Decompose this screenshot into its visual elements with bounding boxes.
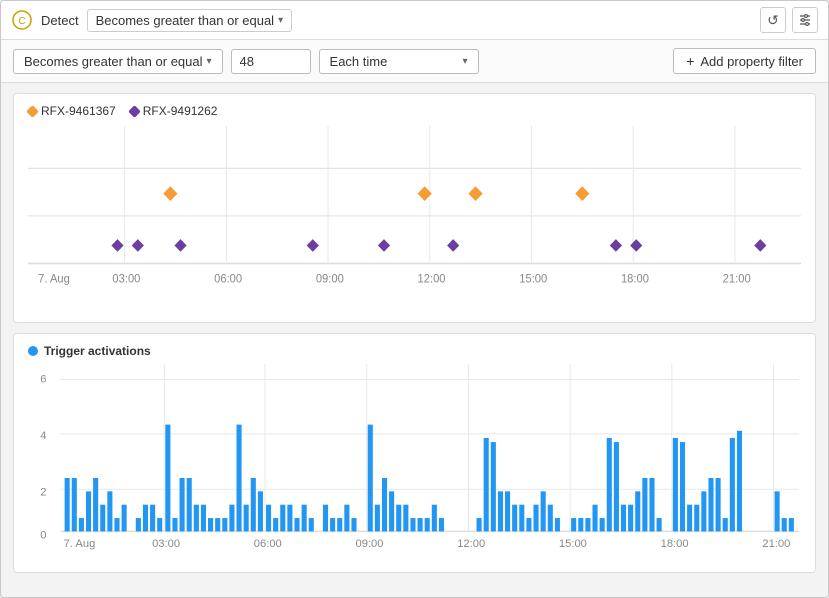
plus-icon: + <box>686 53 694 69</box>
bar-chart: 6 4 2 0 <box>28 364 801 554</box>
legend-item-1: RFX-9491262 <box>130 104 218 118</box>
svg-text:18:00: 18:00 <box>621 273 649 285</box>
svg-text:0: 0 <box>40 530 46 542</box>
main-content: RFX-9461367 RFX-9491262 <box>1 83 828 597</box>
svg-text:7. Aug: 7. Aug <box>38 273 70 285</box>
svg-text:15:00: 15:00 <box>559 538 587 550</box>
svg-text:06:00: 06:00 <box>254 538 282 550</box>
chevron-down-icon: ▾ <box>278 15 283 26</box>
svg-text:03:00: 03:00 <box>152 538 180 550</box>
chevron-down-icon: ▾ <box>463 56 468 67</box>
bar-legend-dot <box>28 346 38 356</box>
legend-label-1: RFX-9491262 <box>143 104 218 118</box>
add-filter-button[interactable]: + Add property filter <box>673 48 816 74</box>
condition-dropdown[interactable]: Becomes greater than or equal ▾ <box>87 9 293 32</box>
svg-text:09:00: 09:00 <box>356 538 384 550</box>
bar-chart-panel: Trigger activations 6 4 2 0 <box>13 333 816 573</box>
svg-text:12:00: 12:00 <box>418 273 446 285</box>
app-window: C Detect Becomes greater than or equal ▾… <box>0 0 829 598</box>
svg-text:7. Aug: 7. Aug <box>64 538 96 550</box>
scatter-legend: RFX-9461367 RFX-9491262 <box>28 104 801 118</box>
add-filter-label: Add property filter <box>700 54 803 69</box>
svg-text:21:00: 21:00 <box>723 273 751 285</box>
frequency-dropdown[interactable]: Each time ▾ <box>319 49 479 74</box>
topbar: C Detect Becomes greater than or equal ▾… <box>1 1 828 40</box>
svg-text:15:00: 15:00 <box>519 273 547 285</box>
filterbar: Becomes greater than or equal ▾ Each tim… <box>1 40 828 83</box>
svg-text:21:00: 21:00 <box>762 538 790 550</box>
condition-filter-label: Becomes greater than or equal <box>24 54 203 69</box>
frequency-label: Each time <box>330 54 388 69</box>
svg-text:03:00: 03:00 <box>112 273 140 285</box>
legend-dot-orange <box>26 105 39 118</box>
condition-dropdown-label: Becomes greater than or equal <box>96 13 275 28</box>
svg-text:18:00: 18:00 <box>661 538 689 550</box>
app-logo: C <box>11 9 33 31</box>
svg-text:4: 4 <box>40 430 46 442</box>
legend-item-0: RFX-9461367 <box>28 104 116 118</box>
svg-text:06:00: 06:00 <box>214 273 242 285</box>
svg-text:09:00: 09:00 <box>316 273 344 285</box>
refresh-button[interactable]: ↺ <box>760 7 786 33</box>
bar-legend: Trigger activations <box>28 344 801 358</box>
settings-button[interactable] <box>792 7 818 33</box>
topbar-actions: ↺ <box>760 7 818 33</box>
svg-text:12:00: 12:00 <box>457 538 485 550</box>
scatter-chart-panel: RFX-9461367 RFX-9491262 <box>13 93 816 323</box>
detect-label: Detect <box>41 13 79 28</box>
svg-text:C: C <box>18 16 25 27</box>
chevron-down-icon: ▾ <box>207 56 212 67</box>
scatter-chart: 7. Aug 03:00 06:00 09:00 12:00 15:00 18:… <box>28 126 801 311</box>
svg-text:2: 2 <box>40 486 46 498</box>
bar-chart-title: Trigger activations <box>44 344 151 358</box>
threshold-input[interactable] <box>231 49 311 74</box>
legend-dot-purple <box>128 105 141 118</box>
condition-filter-dropdown[interactable]: Becomes greater than or equal ▾ <box>13 49 223 74</box>
legend-label-0: RFX-9461367 <box>41 104 116 118</box>
svg-text:6: 6 <box>40 373 46 385</box>
